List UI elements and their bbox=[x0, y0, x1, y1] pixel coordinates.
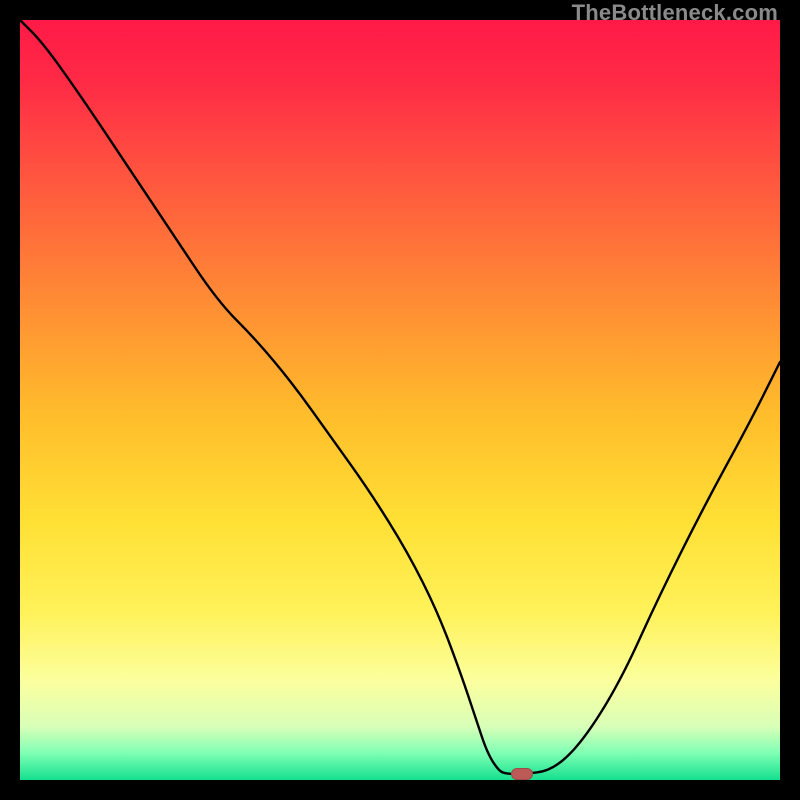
plot-area bbox=[20, 20, 780, 780]
optimal-marker bbox=[511, 768, 533, 780]
bottleneck-curve bbox=[20, 20, 780, 780]
chart-frame: TheBottleneck.com bbox=[0, 0, 800, 800]
